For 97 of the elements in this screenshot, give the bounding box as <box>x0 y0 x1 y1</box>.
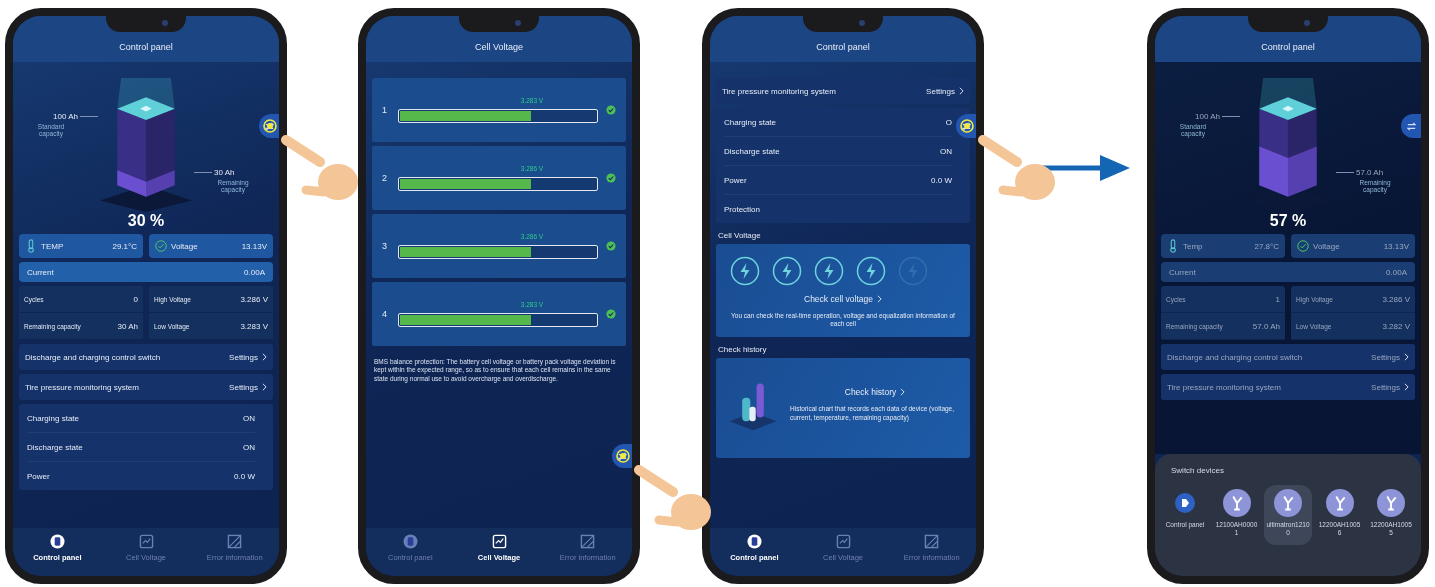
leader-line <box>80 116 98 117</box>
metric-value: 29.1°C <box>112 241 137 251</box>
leader-line <box>1336 172 1354 173</box>
state-value: ON <box>243 442 255 452</box>
chevron-icon <box>1404 383 1409 391</box>
metric-label: TEMP <box>41 241 65 251</box>
state-value: ON <box>243 413 255 423</box>
metric-label: Voltage <box>171 241 199 251</box>
state-label: Charging state <box>724 117 777 127</box>
chart-icon <box>835 534 851 549</box>
check-icon <box>606 241 616 251</box>
chevron-icon <box>959 87 964 95</box>
check-circle-icon <box>155 239 167 253</box>
screen-title: Control panel <box>816 42 870 52</box>
metric-label: Temp <box>1183 241 1204 251</box>
row-label: Tire pressure monitoring system <box>1167 382 1281 392</box>
cell-number: 2 <box>382 173 388 183</box>
check-history-link[interactable]: Check history <box>844 387 906 398</box>
metric-value: 13.13V <box>241 241 267 251</box>
image-icon <box>227 534 243 549</box>
image-icon <box>924 534 940 549</box>
remaining-capacity-value: 57.0 Ah <box>1356 168 1384 177</box>
leader-line <box>1222 116 1240 117</box>
swap-icon <box>1405 120 1417 132</box>
settings-link[interactable]: Settings <box>1371 352 1409 362</box>
row-label: Discharge and charging control switch <box>25 352 161 362</box>
metric-value: 27.8°C <box>1254 241 1279 251</box>
chevron-icon <box>877 295 882 303</box>
metric-label: Voltage <box>1313 241 1341 251</box>
stat-value: 1 <box>1275 294 1280 304</box>
device-icon <box>1377 489 1405 517</box>
charge-percent: 30 % <box>127 212 165 230</box>
battery-icon <box>402 534 418 549</box>
chart-icon <box>138 534 154 549</box>
check-icon <box>606 105 616 115</box>
cell-number: 4 <box>382 309 388 319</box>
chevron-icon <box>900 388 906 397</box>
thermometer-icon <box>1167 239 1179 253</box>
swap-button[interactable] <box>1401 114 1421 138</box>
state-label: Discharge state <box>27 442 83 452</box>
current-value: 0.00A <box>1386 267 1407 277</box>
state-value: ON <box>940 146 952 156</box>
state-label: Charging state <box>27 413 80 423</box>
charge-percent: 57 % <box>1269 212 1307 230</box>
stat-value: 57.0 Ah <box>1252 321 1280 331</box>
check-cell-voltage-link[interactable]: Check cell voltage <box>804 294 882 304</box>
panel-icon <box>1175 493 1195 513</box>
check-icon <box>606 309 616 319</box>
screen-title: Control panel <box>1261 42 1315 52</box>
thermometer-icon <box>25 239 37 253</box>
image-icon <box>580 534 596 549</box>
state-label: Power <box>27 471 50 481</box>
stat-value: 3.282 V <box>1382 321 1410 331</box>
state-value: O <box>945 117 952 127</box>
section-heading: Check history <box>717 343 768 354</box>
row-label: Tire pressure monitoring system <box>722 86 836 96</box>
stat-value: 3.283 V <box>240 321 268 331</box>
check-icon <box>606 173 616 183</box>
sheet-title: Switch devices <box>1170 466 1225 475</box>
current-label: Current <box>1169 267 1196 277</box>
stat-value: 3.286 V <box>240 294 268 304</box>
settings-link[interactable]: Settings <box>1371 382 1409 392</box>
screen-title: Cell Voltage <box>474 42 523 52</box>
stat-value: 3.286 V <box>1382 294 1410 304</box>
device-icon <box>1222 489 1251 517</box>
state-label: Power <box>724 175 747 185</box>
current-value: 0.00A <box>244 267 265 277</box>
settings-link[interactable]: Settings <box>926 86 964 96</box>
settings-link[interactable]: Settings <box>229 382 267 392</box>
standard-capacity-value: 100 Ah <box>1195 112 1220 121</box>
row-label: Discharge and charging control switch <box>1167 352 1303 362</box>
device-icon <box>1325 489 1354 517</box>
settings-link[interactable]: Settings <box>229 352 267 362</box>
chevron-icon <box>1404 353 1409 361</box>
section-heading: Cell Voltage <box>717 230 762 240</box>
stat-value: 30 Ah <box>117 321 138 331</box>
state-label: Discharge state <box>724 146 780 156</box>
chevron-icon <box>262 353 267 361</box>
remaining-capacity-value: 30 Ah <box>214 168 235 177</box>
check-circle-icon <box>1297 239 1309 253</box>
leader-line <box>194 172 212 173</box>
cell-number: 3 <box>382 241 388 251</box>
state-value: 0.0 W <box>234 471 255 481</box>
metric-value: 13.13V <box>1383 241 1409 251</box>
current-label: Current <box>27 267 54 277</box>
chart-icon <box>491 534 507 549</box>
cell-number: 1 <box>382 105 388 115</box>
row-label: Tire pressure monitoring system <box>25 382 139 392</box>
state-label: Protection <box>724 204 761 214</box>
battery-icon <box>49 534 65 549</box>
battery-icon <box>746 534 762 549</box>
screen-title: Control panel <box>119 42 173 52</box>
stat-value: 0 <box>133 294 138 304</box>
standard-capacity-value: 100 Ah <box>53 112 78 121</box>
device-icon <box>1274 489 1302 517</box>
state-value: 0.0 W <box>931 175 952 185</box>
chevron-icon <box>262 383 267 391</box>
